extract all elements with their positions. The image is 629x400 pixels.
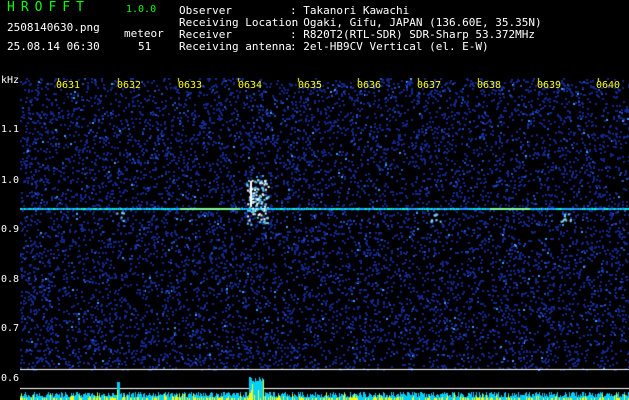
spectrogram-plot (20, 78, 629, 400)
x-tick-0640: 0640 (596, 80, 621, 91)
app-title: HROFFT (7, 0, 90, 15)
x-tick-0633: 0633 (178, 80, 203, 91)
x-tick-0632: 0632 (117, 80, 142, 91)
antenna-value: : 2el-HB9CV Vertical (el. E-W) (290, 40, 489, 53)
y-axis-unit: kHz (1, 75, 20, 86)
x-tick-0638: 0638 (477, 80, 502, 91)
recording-datetime: 25.08.14 06:30 (7, 40, 100, 53)
x-tick-0636: 0636 (357, 80, 382, 91)
meteor-label: meteor (124, 27, 164, 40)
x-tick-0635: 0635 (298, 80, 323, 91)
y-tick-0.9: 0.9 (1, 224, 20, 235)
y-tick-1.1: 1.1 (1, 124, 20, 135)
y-tick-1.0: 1.0 (1, 175, 20, 186)
antenna-label: Receiving antenna (179, 40, 292, 53)
meteor-count: 51 (138, 40, 152, 53)
x-tick-0631: 0631 (56, 80, 81, 91)
y-tick-0.6: 0.6 (1, 373, 20, 384)
x-tick-0639: 0639 (537, 80, 562, 91)
file-name: 2508140630.png (7, 21, 100, 34)
spectrogram-canvas (20, 78, 629, 400)
x-tick-0634: 0634 (238, 80, 263, 91)
app-version: 1.0.0 (126, 4, 157, 15)
y-tick-0.8: 0.8 (1, 274, 20, 285)
y-tick-0.7: 0.7 (1, 323, 20, 334)
x-tick-0637: 0637 (417, 80, 442, 91)
